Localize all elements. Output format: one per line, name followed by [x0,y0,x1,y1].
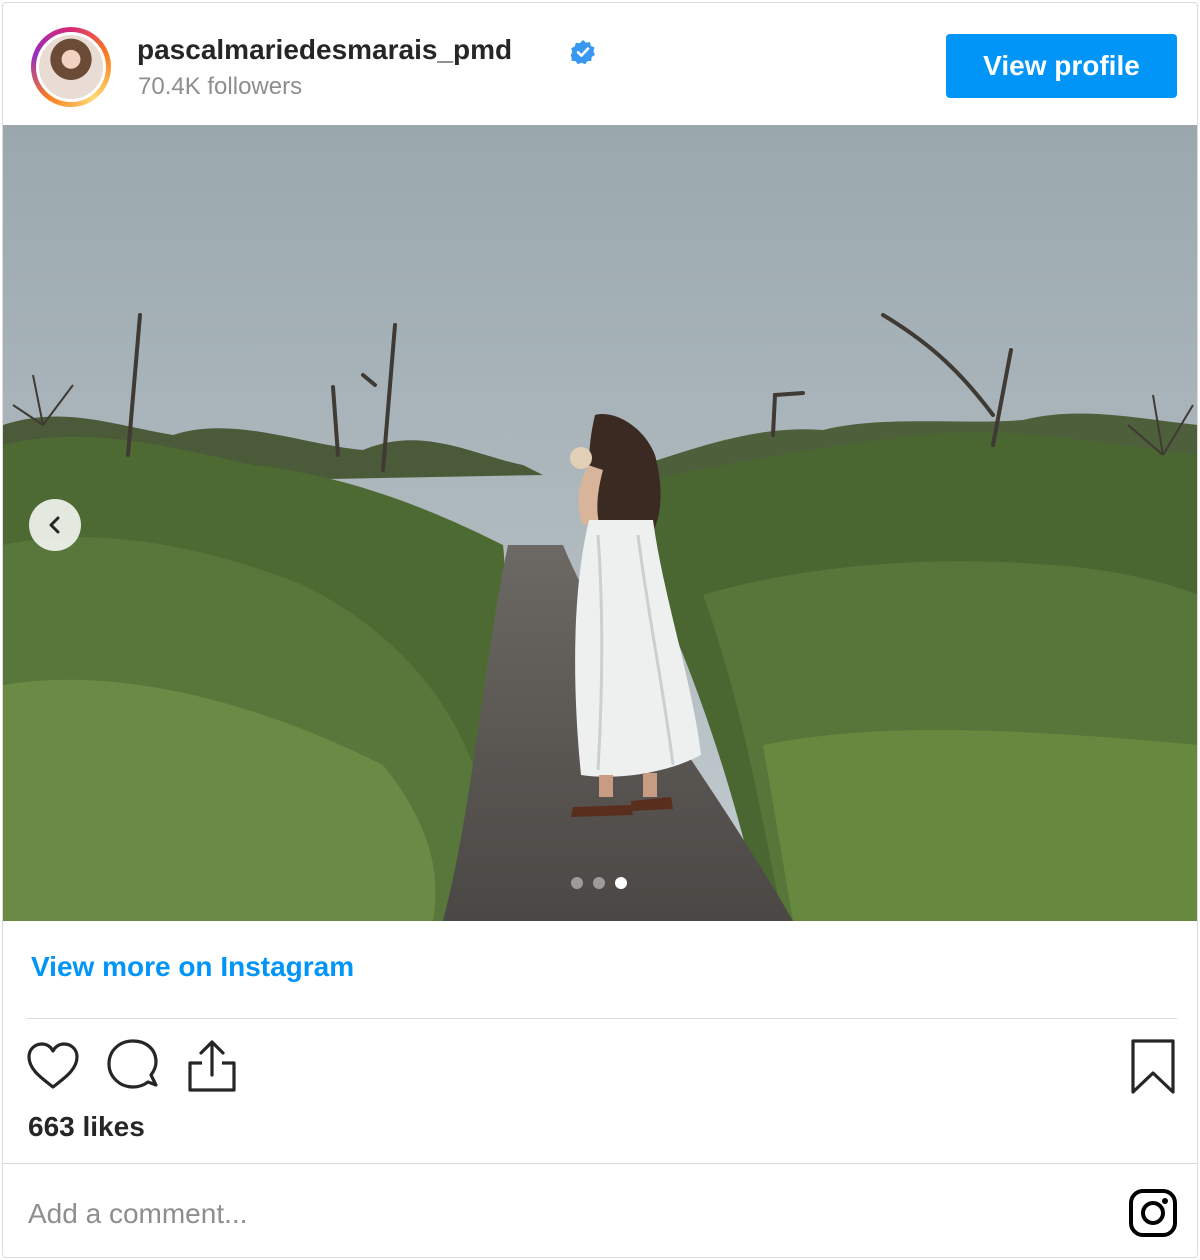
carousel-dot[interactable] [571,877,583,889]
follower-count: 70.4K followers [138,73,303,100]
post-header: pascalmariedesmarais_pmd 70.4K followers… [3,3,1197,125]
heart-icon[interactable] [25,1039,81,1095]
photo-scene [3,125,1197,921]
view-profile-button[interactable]: View profile [946,34,1177,98]
view-more-on-instagram-link[interactable]: View more on Instagram [31,951,354,983]
chevron-left-icon [49,516,60,534]
avatar[interactable] [36,32,106,102]
carousel-prev-button[interactable] [29,499,81,551]
avatar-story-ring[interactable] [31,27,111,107]
like-count: 663 likes [28,1111,145,1142]
bookmark-icon[interactable] [1125,1037,1181,1097]
username[interactable]: pascalmariedesmarais_pmd [137,34,512,66]
carousel-dot-active[interactable] [615,877,627,889]
instagram-logo-icon[interactable] [1127,1187,1179,1239]
instagram-embed-card: pascalmariedesmarais_pmd 70.4K followers… [2,2,1198,1258]
add-comment-input[interactable] [28,1187,928,1241]
divider [3,1163,1197,1164]
share-icon[interactable] [184,1037,240,1095]
comment-bubble-icon[interactable] [104,1037,162,1095]
carousel-dot[interactable] [593,877,605,889]
divider [27,1018,1177,1019]
carousel-indicator [571,877,627,889]
verified-badge-icon [570,40,595,65]
post-photo[interactable] [3,125,1197,921]
